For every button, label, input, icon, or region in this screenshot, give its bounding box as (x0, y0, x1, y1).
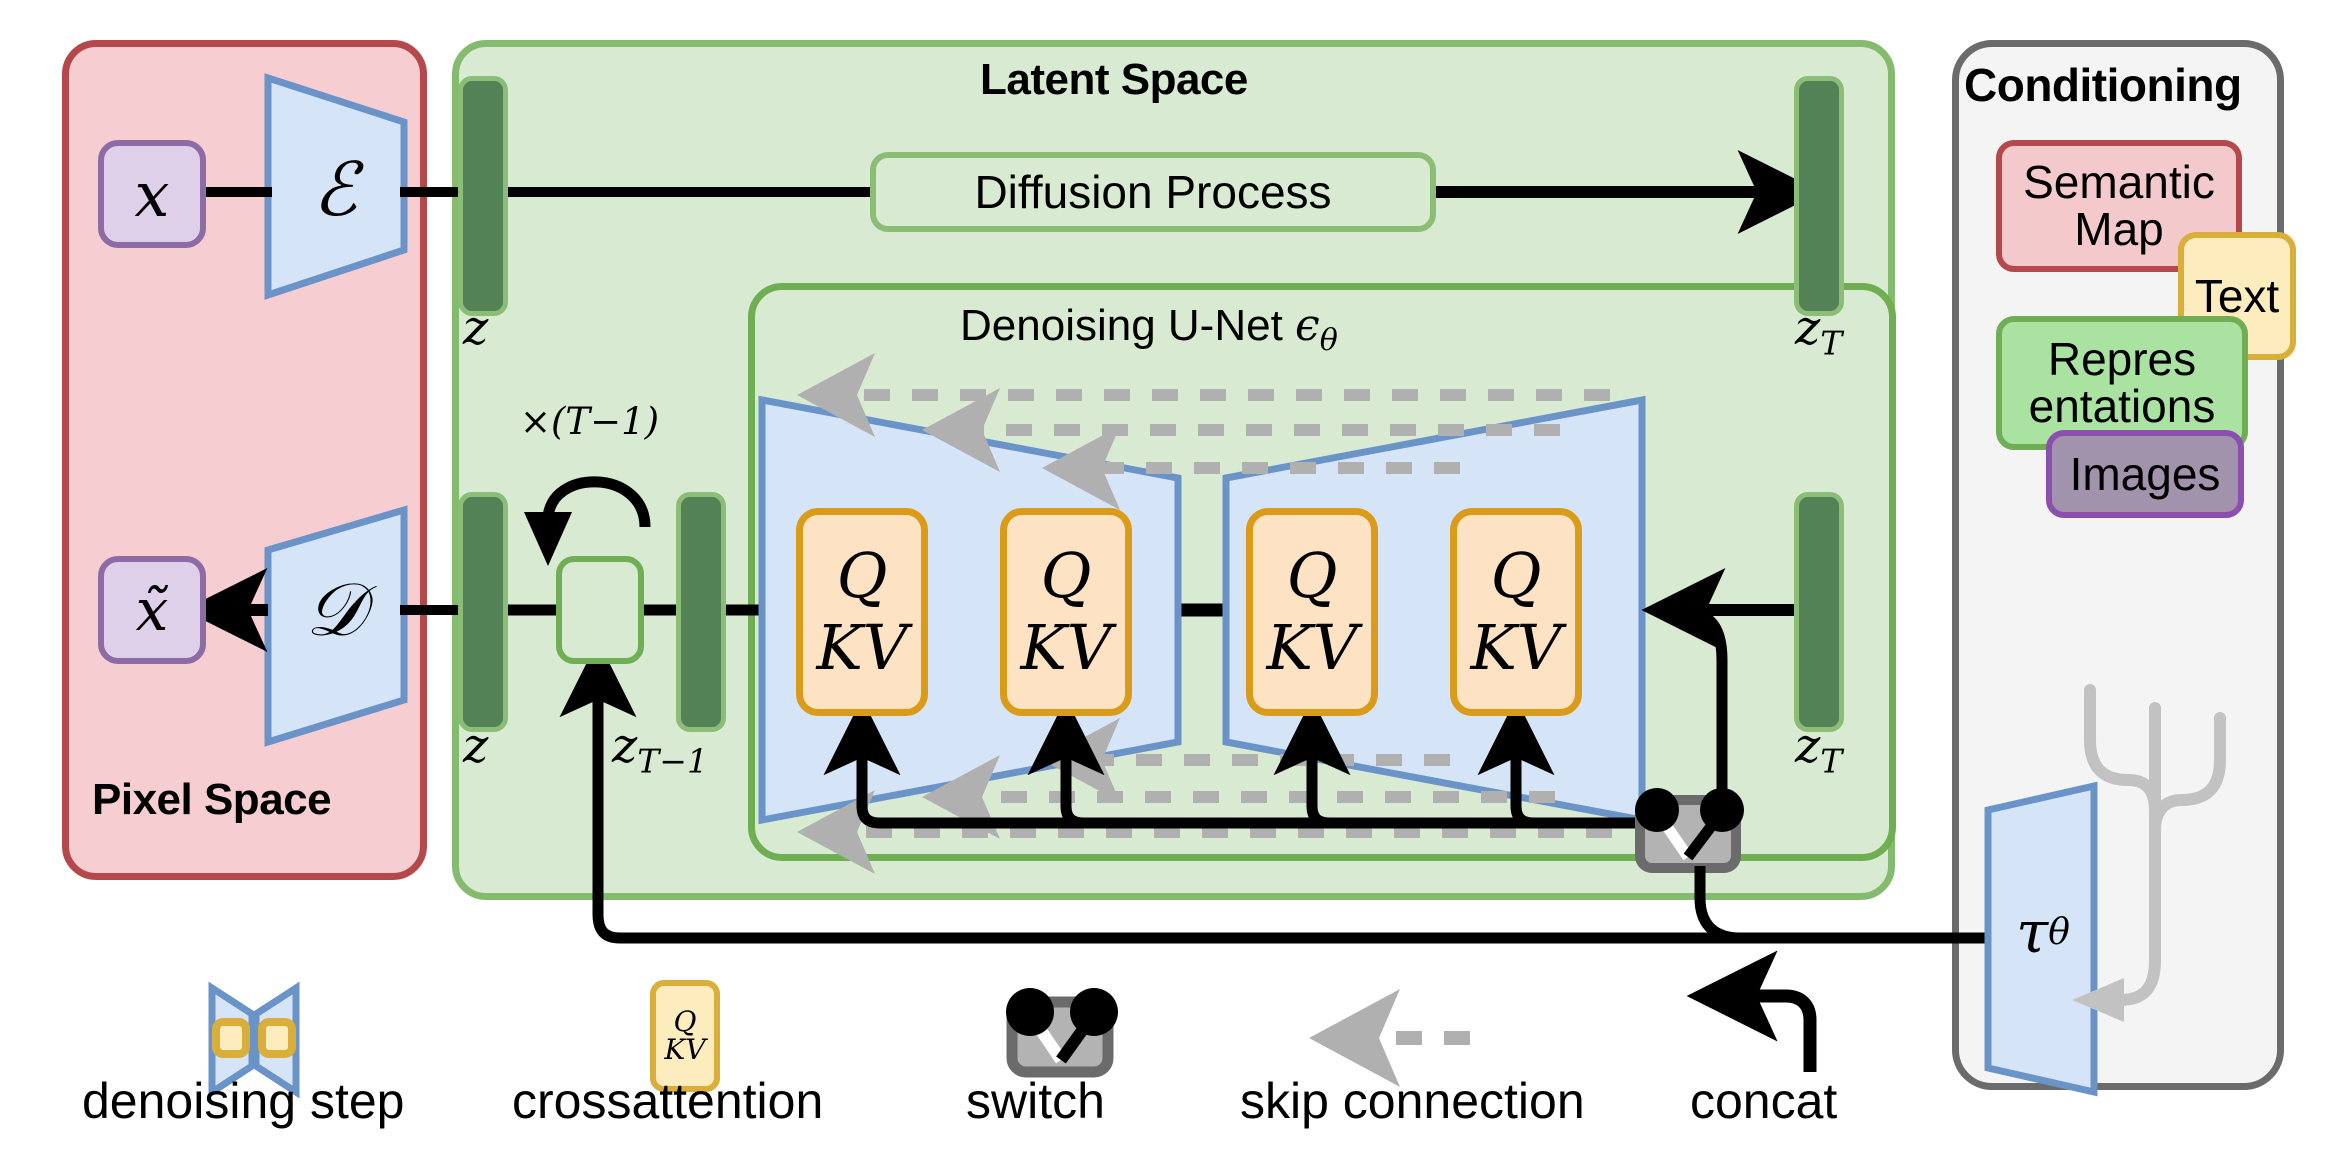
unet-epsilon-symbol: ϵ (1295, 300, 1320, 351)
crossattention-kv-2: KV (1020, 611, 1112, 684)
denoising-step-icon (556, 556, 644, 664)
crossattention-kv-3: KV (1266, 611, 1358, 684)
legend-crossattention-q: Q (673, 1005, 697, 1038)
unet-title-text: Denoising U-Net (960, 301, 1296, 350)
unet-title: Denoising U-Net ϵθ (960, 300, 1338, 358)
latent-label-z-top: z (463, 300, 489, 356)
output-image-box: x̃ (98, 556, 206, 664)
crossattention-block-1: Q KV (796, 508, 928, 716)
zT-bottom-base: z (1795, 718, 1821, 774)
text-label: Text (2194, 269, 2280, 322)
latent-bar-z-bottom (458, 492, 508, 732)
crossattention-kv-4: KV (1470, 611, 1562, 684)
switch-icon-dot-left (1635, 788, 1679, 832)
crossattention-q-2: Q (1040, 539, 1092, 612)
legend-label-denoising-step: denoising step (82, 1073, 405, 1129)
legend-label-switch: switch (966, 1073, 1105, 1129)
latent-bar-z-top (458, 76, 508, 316)
conditioning-merge-tree (2084, 684, 2226, 1006)
crossattention-block-2: Q KV (1000, 508, 1132, 716)
zT-bottom-sub: T (1820, 741, 1843, 781)
latent-bar-zT-top (1794, 76, 1844, 316)
zT-top-base: z (1795, 300, 1821, 356)
images-label: Images (2069, 447, 2221, 500)
latent-label-zT-top: zT (1795, 300, 1842, 363)
latent-label-zT-minus-1: zT−1 (612, 718, 708, 781)
zt1-sub: T−1 (637, 741, 708, 781)
crossattention-q-1: Q (836, 539, 888, 612)
crossattention-kv-1: KV (816, 611, 908, 684)
latent-label-zT-bottom: zT (1795, 718, 1842, 781)
legend-label-concat: concat (1690, 1073, 1838, 1129)
legend-label-skip-connection: skip connection (1240, 1073, 1585, 1129)
crossattention-block-4: Q KV (1450, 508, 1582, 716)
crossattention-q-4: Q (1490, 539, 1542, 612)
encoder-label: ℰ (312, 147, 358, 233)
latent-bar-zT-bottom (1794, 492, 1844, 732)
input-image-box: x (98, 140, 206, 248)
switch-to-unet-path (1687, 606, 1728, 808)
zT-top-sub: T (1820, 323, 1843, 363)
latent-bar-zT-minus-1 (676, 492, 726, 732)
unet-theta-subscript: θ (1319, 322, 1338, 358)
legend-label-crossattention: crossattention (512, 1073, 824, 1129)
legend-switch-icon (1006, 988, 1118, 1078)
crossattention-q-3: Q (1286, 539, 1338, 612)
representations-label: Repres entations (2028, 333, 2216, 432)
tau-theta-subscript: θ (2048, 911, 2070, 953)
latent-space-title: Latent Space (980, 55, 1248, 104)
diffusion-process-pill: Diffusion Process (870, 152, 1436, 232)
pixel-space-title: Pixel Space (92, 775, 332, 824)
conditioning-chip-images[interactable]: Images (2046, 430, 2244, 518)
conditioning-title: Conditioning (1964, 59, 2242, 111)
decoder-label: 𝒟 (305, 566, 365, 653)
legend-crossattention-kv: KV (664, 1033, 706, 1066)
latent-label-z-bottom: z (463, 718, 489, 774)
tau-symbol: τ (2016, 898, 2049, 966)
tau-encoder-label: τθ (1998, 892, 2088, 972)
zt1-base: z (612, 718, 638, 774)
legend-concat-icon (1686, 950, 1817, 1072)
loop-count-label: ×(T−1) (520, 400, 660, 443)
crossattention-block-3: Q KV (1246, 508, 1378, 716)
